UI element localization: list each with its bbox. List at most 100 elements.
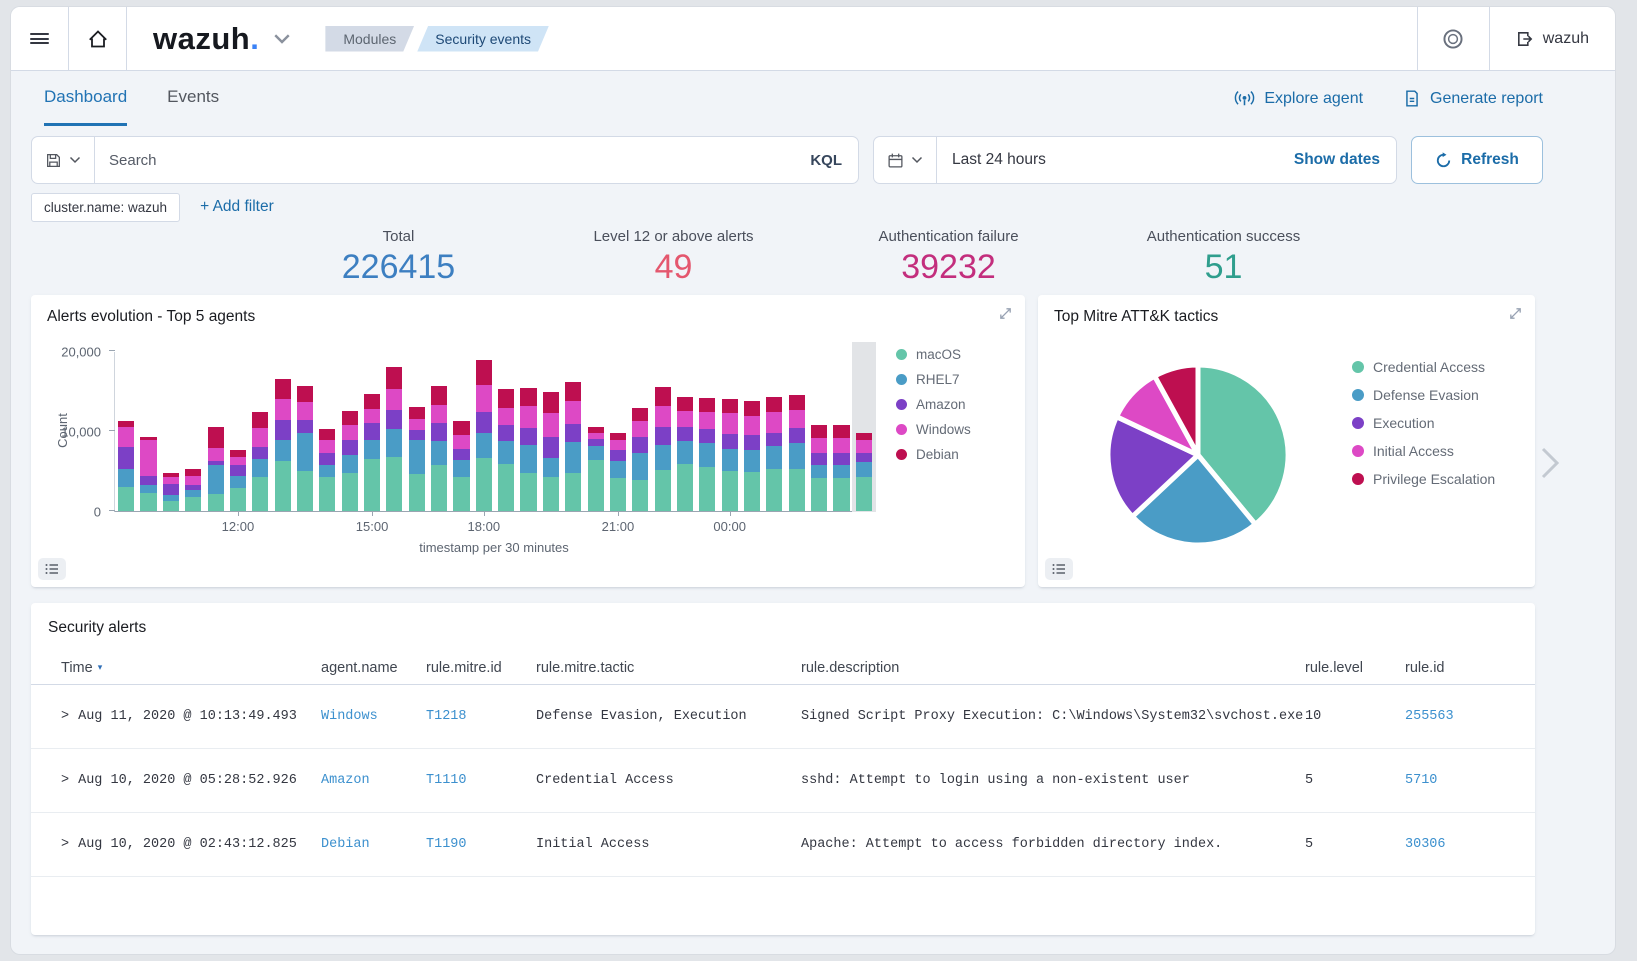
bar-segment[interactable] [632, 480, 648, 511]
bar-segment[interactable] [789, 469, 805, 511]
bar-segment[interactable] [632, 437, 648, 452]
bar-segment[interactable] [163, 484, 179, 495]
bar-segment[interactable] [610, 450, 626, 461]
add-filter-button[interactable]: + Add filter [200, 198, 274, 216]
tab-dashboard[interactable]: Dashboard [44, 71, 127, 126]
bar-segment[interactable] [453, 421, 469, 435]
bar-segment[interactable] [140, 437, 156, 440]
bar-segment[interactable] [431, 423, 447, 441]
bar-segment[interactable] [766, 433, 782, 447]
agent-name-link[interactable]: Windows [321, 709, 426, 724]
filter-pill-cluster-name[interactable]: cluster.name: wazuh [31, 193, 180, 222]
legend-item[interactable]: Privilege Escalation [1352, 471, 1495, 487]
bar-segment[interactable] [230, 488, 246, 511]
bar-segment[interactable] [275, 420, 291, 440]
bar-segment[interactable] [543, 392, 559, 414]
bar-segment[interactable] [208, 448, 224, 461]
bar-segment[interactable] [677, 411, 693, 427]
agent-name-link[interactable]: Debian [321, 837, 426, 852]
bar-segment[interactable] [185, 497, 201, 511]
bar-segment[interactable] [409, 430, 425, 440]
expand-row-icon[interactable]: > [61, 773, 69, 788]
bar-segment[interactable] [453, 435, 469, 449]
bar-segment[interactable] [163, 473, 179, 478]
bar-segment[interactable] [431, 465, 447, 511]
bar-segment[interactable] [163, 477, 179, 483]
bar-segment[interactable] [789, 395, 805, 410]
bar-segment[interactable] [252, 412, 268, 428]
bar-segment[interactable] [342, 425, 358, 440]
legend-item[interactable]: Credential Access [1352, 359, 1495, 375]
date-quick-menu[interactable] [874, 137, 937, 183]
legend-item[interactable]: RHEL7 [896, 372, 971, 387]
bar-segment[interactable] [588, 427, 604, 433]
bar-segment[interactable] [230, 465, 246, 475]
bar-segment[interactable] [520, 473, 536, 511]
bar-segment[interactable] [722, 471, 738, 511]
bar-segment[interactable] [588, 439, 604, 446]
column-header-rule-description[interactable]: rule.description [801, 660, 1305, 676]
bar-segment[interactable] [230, 476, 246, 488]
bar-segment[interactable] [833, 438, 849, 453]
bar-segment[interactable] [699, 467, 715, 511]
bar-segment[interactable] [208, 427, 224, 448]
bar-segment[interactable] [565, 424, 581, 442]
home-icon[interactable] [69, 7, 127, 70]
time-range-label[interactable]: Last 24 hours [937, 151, 1278, 169]
bar-segment[interactable] [722, 434, 738, 448]
generate-report-button[interactable]: Generate report [1403, 89, 1543, 108]
bar-segment[interactable] [789, 428, 805, 443]
legend-item[interactable]: Execution [1352, 415, 1495, 431]
bar-segment[interactable] [319, 453, 335, 465]
bar-segment[interactable] [297, 471, 313, 511]
bar-segment[interactable] [699, 412, 715, 429]
bar-segment[interactable] [610, 440, 626, 450]
bar-segment[interactable] [610, 461, 626, 478]
bar-segment[interactable] [409, 440, 425, 474]
bar-segment[interactable] [565, 401, 581, 423]
bar-segment[interactable] [766, 397, 782, 412]
mitre-id-link[interactable]: T1190 [426, 837, 536, 852]
bar-segment[interactable] [677, 464, 693, 511]
bar-segment[interactable] [588, 460, 604, 511]
bar-segment[interactable] [409, 474, 425, 511]
bar-segment[interactable] [476, 360, 492, 386]
bar-segment[interactable] [744, 416, 760, 435]
bar-segment[interactable] [833, 465, 849, 478]
next-panels-chevron-icon[interactable] [1539, 445, 1561, 486]
bar-segment[interactable] [431, 386, 447, 404]
legend-item[interactable]: Amazon [896, 397, 971, 412]
bar-segment[interactable] [856, 462, 872, 477]
bar-segment[interactable] [744, 435, 760, 450]
bar-segment[interactable] [319, 429, 335, 440]
bar-segment[interactable] [856, 477, 872, 511]
bar-segment[interactable] [297, 386, 313, 402]
bar-segment[interactable] [364, 394, 380, 408]
bar-segment[interactable] [811, 478, 827, 511]
bar-segment[interactable] [386, 367, 402, 389]
bar-segment[interactable] [386, 389, 402, 410]
bar-segment[interactable] [520, 388, 536, 406]
bar-segment[interactable] [431, 405, 447, 423]
bar-segment[interactable] [588, 433, 604, 439]
bar-segment[interactable] [766, 446, 782, 469]
bar-segment[interactable] [230, 457, 246, 466]
bar-segment[interactable] [498, 408, 514, 426]
bar-segment[interactable] [163, 495, 179, 501]
bar-segment[interactable] [342, 411, 358, 425]
bar-segment[interactable] [342, 455, 358, 473]
bar-segment[interactable] [409, 407, 425, 419]
bar-segment[interactable] [543, 413, 559, 437]
expand-panel-icon[interactable] [1508, 306, 1523, 321]
breadcrumb-security-events[interactable]: Security events [417, 26, 549, 52]
bar-segment[interactable] [543, 458, 559, 477]
chevron-down-icon[interactable] [273, 33, 291, 45]
bar-segment[interactable] [118, 487, 134, 511]
bar-segment[interactable] [744, 450, 760, 472]
bar-segment[interactable] [453, 449, 469, 460]
bar-segment[interactable] [208, 465, 224, 495]
bar-segment[interactable] [811, 425, 827, 438]
bar-segment[interactable] [520, 445, 536, 474]
bar-segment[interactable] [498, 389, 514, 408]
bar-segment[interactable] [632, 453, 648, 480]
